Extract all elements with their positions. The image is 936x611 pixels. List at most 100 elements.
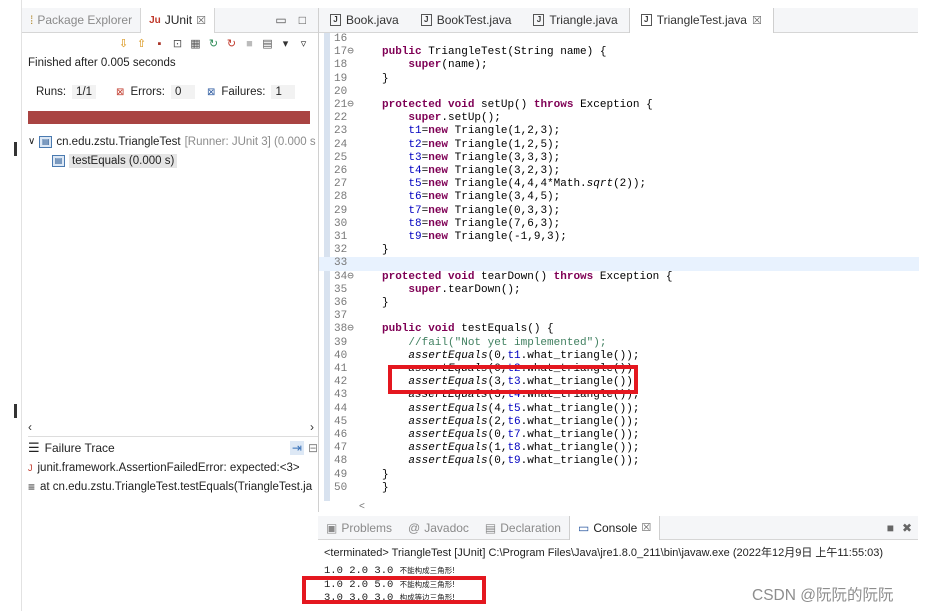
terminate-icon[interactable]: ■ (887, 521, 894, 535)
output-note: 不能构成三角形! (399, 566, 456, 575)
tree-horizontal-scrollbar[interactable]: ‹ › (28, 420, 314, 434)
next-failure-icon[interactable]: ⇩ (117, 38, 130, 51)
code-text: t4=new Triangle(3,2,3); (408, 165, 561, 177)
scroll-lock-icon[interactable]: ⊡ (171, 38, 184, 51)
remove-launch-icon[interactable]: ✖ (902, 521, 912, 535)
scroll-right-icon[interactable]: › (310, 420, 314, 434)
tab-javadoc[interactable]: @ Javadoc (400, 516, 477, 540)
previous-failure-icon[interactable]: ⇧ (135, 38, 148, 51)
history-icon[interactable]: ▤ (261, 38, 274, 51)
watermark: CSDN @阮阮的阮阮 (752, 587, 894, 604)
tab-problems[interactable]: ▣ Problems (318, 516, 400, 540)
code-line[interactable]: 44 assertEquals(4,t5.what_triangle()); (319, 403, 919, 416)
code-line[interactable]: 33 (319, 257, 919, 271)
line-number: 37 (334, 310, 348, 323)
tab-book-java[interactable]: J Book.java (319, 8, 410, 33)
tab-declaration[interactable]: ▤ Declaration (477, 516, 569, 540)
rerun-failed-icon[interactable]: ↻ (225, 38, 238, 51)
list-icon: ☰ (28, 439, 40, 455)
code-text: t9=new Triangle(-1,9,3); (408, 231, 567, 243)
code-line[interactable]: 20 (319, 86, 919, 99)
line-number: 35 (334, 283, 348, 296)
line-number: 39 (334, 336, 348, 349)
code-line[interactable]: 28 t6=new Triangle(3,4,5); (319, 191, 919, 204)
code-line[interactable]: 37 (319, 310, 919, 323)
tab-console[interactable]: ▭ Console ☒ (568, 515, 661, 540)
dropdown-icon[interactable]: ▾ (279, 38, 292, 51)
code-line[interactable]: 38⊖ public void testEquals() { (319, 323, 919, 336)
code-line[interactable]: 19} (319, 73, 919, 86)
code-line[interactable]: 18 super(name); (319, 59, 919, 72)
code-line[interactable]: 47 assertEquals(1,t8.what_triangle()); (319, 442, 919, 455)
show-failures-only-icon[interactable]: ▪ (153, 38, 166, 51)
trace-line[interactable]: ≡ at cn.edu.zstu.TriangleTest.testEquals… (28, 477, 318, 496)
code-line[interactable]: 35 super.tearDown(); (319, 284, 919, 297)
line-number: 47 (334, 442, 348, 455)
code-line[interactable]: 45 assertEquals(2,t6.what_triangle()); (319, 416, 919, 429)
minimize-icon[interactable]: ▭ (275, 13, 286, 27)
java-file-icon: J (533, 14, 545, 26)
code-line[interactable]: 25 t3=new Triangle(3,3,3); (319, 152, 919, 165)
code-line[interactable]: 26 t4=new Triangle(3,2,3); (319, 165, 919, 178)
code-text: super.setUp(); (408, 112, 501, 125)
code-text: t8=new Triangle(7,6,3); (408, 217, 561, 230)
view-menu-icon[interactable]: ▿ (297, 38, 310, 51)
close-icon[interactable]: ☒ (752, 14, 762, 27)
editor-horizontal-scrollbar[interactable]: < (319, 501, 919, 512)
tab-triangletest-java[interactable]: J TriangleTest.java ☒ (628, 7, 774, 33)
code-line[interactable]: 39 //fail("Not yet implemented"); (319, 337, 919, 350)
code-line[interactable]: 24 t2=new Triangle(1,2,5); (319, 139, 919, 152)
line-number: 16 (334, 33, 348, 45)
close-icon[interactable]: ☒ (196, 14, 206, 27)
code-line[interactable]: 30 t8=new Triangle(7,6,3); (319, 218, 919, 231)
tab-triangle-java[interactable]: J Triangle.java (522, 8, 628, 33)
code-line[interactable]: 22 super.setUp(); (319, 112, 919, 125)
code-line[interactable]: 46 assertEquals(0,t7.what_triangle()); (319, 429, 919, 442)
code-line[interactable]: 48 assertEquals(0,t9.what_triangle()); (319, 455, 919, 468)
tab-label: BookTest.java (436, 13, 512, 27)
junit-counters: Runs: 1/1 ⊠ Errors: 0 ⊠ Failures: 1 (22, 71, 318, 99)
code-line[interactable]: 31 t9=new Triangle(-1,9,3); (319, 231, 919, 244)
code-line[interactable]: 32} (319, 244, 919, 257)
trim-marker (14, 142, 17, 156)
at-icon: @ (408, 520, 421, 535)
code-line[interactable]: 40 assertEquals(0,t1.what_triangle()); (319, 350, 919, 363)
stop-icon[interactable]: ■ (243, 38, 256, 51)
code-text: public TriangleTest(String name) { (382, 46, 607, 59)
scroll-left-icon[interactable]: < (359, 501, 365, 512)
rerun-icon[interactable]: ↻ (207, 38, 220, 51)
trace-line[interactable]: J junit.framework.AssertionFailedError: … (28, 458, 318, 477)
layout-icon[interactable]: ▦ (189, 38, 202, 51)
tree-item-suite[interactable]: ∨ ▤ cn.edu.zstu.TriangleTest [Runner: JU… (28, 132, 316, 151)
code-line[interactable]: 17⊖ public TriangleTest(String name) { (319, 46, 919, 59)
code-line[interactable]: 21⊖ protected void setUp() throws Excepti… (319, 99, 919, 112)
tree-item-test[interactable]: ▤ testEquals (0.000 s) (28, 151, 316, 170)
code-line[interactable]: 23 t1=new Triangle(1,2,3); (319, 125, 919, 138)
code-text: public void testEquals() { (382, 323, 554, 336)
runs-value: 1/1 (72, 85, 97, 99)
code-line[interactable]: 50} (319, 482, 919, 495)
tab-junit[interactable]: Ju JUnit ☒ (140, 7, 215, 33)
tab-label: Declaration (500, 520, 561, 535)
line-number: 48 (334, 455, 348, 468)
code-area[interactable]: 16 17⊖ public TriangleTest(String name) {1… (319, 33, 919, 501)
code-line[interactable]: 34⊖ protected void tearDown() throws Exce… (319, 271, 919, 284)
junit-view: ⁞ Package Explorer Ju JUnit ☒ ▭ □ ⇩ ⇧ ▪ … (22, 7, 318, 611)
code-line[interactable]: 49} (319, 469, 919, 482)
filter-stack-icon[interactable]: ⇥ (289, 440, 304, 455)
code-line[interactable]: 29 t7=new Triangle(0,3,3); (319, 205, 919, 218)
close-icon[interactable]: ☒ (641, 521, 651, 534)
chevron-down-icon[interactable]: ∨ (28, 136, 35, 147)
code-line[interactable]: 36} (319, 297, 919, 310)
suite-runner-info: [Runner: JUnit 3] (0.000 s (184, 135, 316, 148)
tab-booktest-java[interactable]: J BookTest.java (410, 8, 523, 33)
test-progress-bar (28, 111, 310, 124)
code-line[interactable]: 16 (319, 33, 919, 46)
code-text: t6=new Triangle(3,4,5); (408, 191, 561, 204)
scroll-left-icon[interactable]: ‹ (28, 420, 32, 434)
code-line[interactable]: 27 t5=new Triangle(4,4,4*Math.sqrt(2)); (319, 178, 919, 191)
java-file-icon: J (640, 14, 652, 26)
compare-icon[interactable]: ⊟ (308, 441, 318, 455)
maximize-icon[interactable]: □ (299, 13, 306, 27)
tab-package-explorer[interactable]: ⁞ Package Explorer (22, 8, 140, 33)
